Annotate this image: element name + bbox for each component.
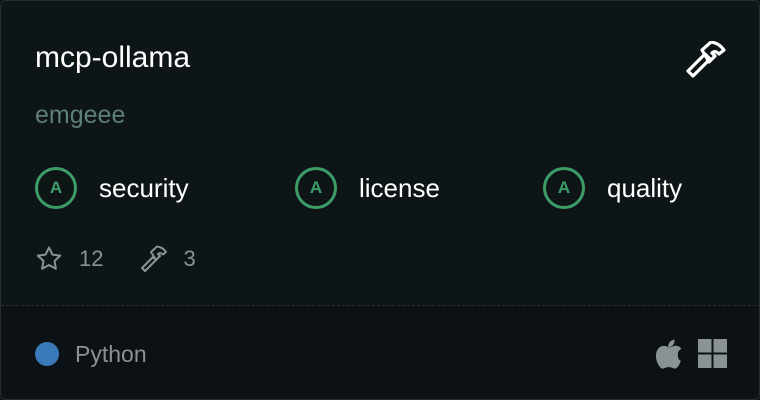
grade-security: A security (35, 165, 189, 211)
card-footer: Python (1, 306, 759, 399)
server-card[interactable]: mcp-ollama emgeee A security A license A… (0, 0, 760, 400)
grade-badge: A (295, 167, 337, 209)
language-label: Python (75, 341, 147, 367)
grade-quality: A quality (543, 165, 682, 211)
hammer-icon (141, 245, 168, 272)
hammer-icon (686, 41, 726, 78)
star-count: 12 (79, 246, 104, 271)
windows-icon (698, 339, 727, 368)
grade-license: A license (295, 165, 440, 211)
apple-icon (655, 339, 682, 369)
tools-stat: 3 (139, 245, 196, 273)
star-icon (36, 246, 62, 270)
grades-row: A security A license A quality (1, 165, 759, 211)
grade-label: security (99, 172, 189, 203)
tools-count: 3 (183, 246, 196, 271)
language-color-dot (35, 342, 59, 366)
server-author[interactable]: emgeee (35, 99, 125, 131)
server-title[interactable]: mcp-ollama (35, 39, 190, 77)
stats-row: 12 3 (35, 243, 196, 275)
grade-badge: A (35, 167, 77, 209)
grade-badge: A (543, 167, 585, 209)
grade-label: quality (607, 172, 683, 203)
grade-label: license (359, 172, 440, 203)
